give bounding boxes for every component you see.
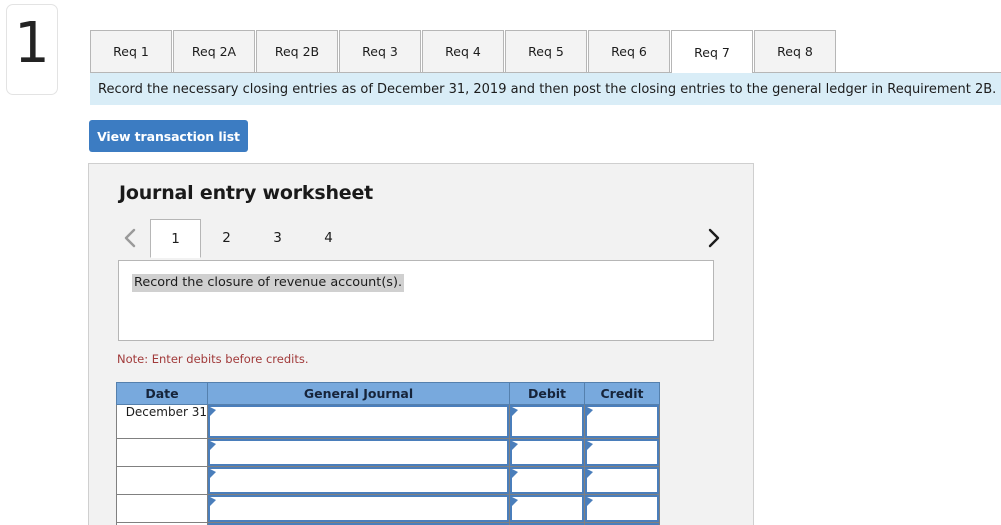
requirement-tab-req-8[interactable]: Req 8 <box>754 30 836 72</box>
requirement-tab-label: Req 6 <box>611 44 647 59</box>
journal-row-debit-input-cell <box>509 494 585 523</box>
column-header-date: Date <box>116 382 208 405</box>
entry-description-box: Record the closure of revenue account(s)… <box>118 260 714 341</box>
instruction-banner: Record the necessary closing entries as … <box>90 73 1001 105</box>
requirement-tab-strip: Req 1 Req 2A Req 2B Req 3 Req 4 Req 5 Req 6 Req… <box>90 30 1001 73</box>
journal-row-debit-input-cell <box>509 438 585 467</box>
journal-row-account-select[interactable] <box>208 495 509 522</box>
journal-row-date[interactable] <box>116 466 208 495</box>
entry-page-tab-4[interactable]: 4 <box>303 219 354 257</box>
entry-pager: 1 2 3 4 <box>117 219 727 258</box>
dropdown-triangle-icon <box>512 441 518 450</box>
entry-page-tab-label: 2 <box>222 230 231 246</box>
journal-row-credit-input[interactable] <box>585 467 659 494</box>
journal-row-credit-input-cell <box>584 438 660 467</box>
table-header-row: Date General Journal Debit Credit <box>116 382 660 405</box>
entry-page-tab-3[interactable]: 3 <box>252 219 303 257</box>
journal-row-credit-input[interactable] <box>585 439 659 466</box>
journal-row-account-select-cell <box>207 494 510 523</box>
requirement-tab-req-6[interactable]: Req 6 <box>588 30 670 72</box>
dropdown-triangle-icon <box>587 441 593 450</box>
journal-row-credit-input-cell <box>584 404 660 439</box>
journal-table-body: December 31 <box>116 404 660 525</box>
dropdown-triangle-icon <box>587 497 593 506</box>
journal-row-debit-input[interactable] <box>510 439 584 466</box>
requirement-tab-req-3[interactable]: Req 3 <box>339 30 421 72</box>
requirement-tab-label: Req 2B <box>274 44 320 59</box>
table-row <box>116 494 660 523</box>
requirement-tab-req-5[interactable]: Req 5 <box>505 30 587 72</box>
entry-page-tab-2[interactable]: 2 <box>201 219 252 257</box>
journal-entry-table: Date General Journal Debit Credit Decemb… <box>116 382 660 525</box>
dropdown-triangle-icon <box>512 497 518 506</box>
requirement-tabs: Req 1 Req 2A Req 2B Req 3 Req 4 Req 5 Req 6 Req… <box>90 30 1001 73</box>
requirement-tab-req-7[interactable]: Req 7 <box>671 30 753 73</box>
requirement-tab-label: Req 5 <box>528 44 564 59</box>
journal-row-debit-input[interactable] <box>510 495 584 522</box>
entry-description-text: Record the closure of revenue account(s)… <box>132 274 405 292</box>
journal-row-credit-input[interactable] <box>585 405 659 438</box>
entry-page-tab-1[interactable]: 1 <box>150 219 201 258</box>
dropdown-triangle-icon <box>210 469 216 478</box>
dropdown-triangle-icon <box>587 407 593 416</box>
worksheet-title: Journal entry worksheet <box>119 182 374 204</box>
requirement-tab-label: Req 4 <box>445 44 481 59</box>
journal-row-debit-input[interactable] <box>510 467 584 494</box>
journal-row-account-select-cell <box>207 438 510 467</box>
journal-row-date[interactable] <box>116 438 208 467</box>
journal-row-debit-input-cell <box>509 404 585 439</box>
instruction-text: Record the necessary closing entries as … <box>98 81 997 97</box>
requirement-tab-label: Req 1 <box>113 44 149 59</box>
requirement-tab-req-2b[interactable]: Req 2B <box>256 30 338 72</box>
journal-row-debit-input-cell <box>509 466 585 495</box>
dropdown-triangle-icon <box>587 469 593 478</box>
dropdown-triangle-icon <box>210 407 216 416</box>
view-transaction-list-button[interactable]: View transaction list <box>89 120 248 152</box>
column-header-credit: Credit <box>584 382 660 405</box>
journal-row-account-select[interactable] <box>208 439 509 466</box>
requirement-tab-label: Req 3 <box>362 44 398 59</box>
table-row: December 31 <box>116 404 660 439</box>
table-row <box>116 466 660 495</box>
dropdown-triangle-icon <box>512 407 518 416</box>
journal-row-date[interactable] <box>116 494 208 523</box>
requirement-tab-label: Req 2A <box>191 44 237 59</box>
journal-row-credit-input-cell <box>584 466 660 495</box>
entry-page-tab-label: 1 <box>171 230 180 247</box>
debits-before-credits-note: Note: Enter debits before credits. <box>117 352 309 366</box>
journal-row-credit-input-cell <box>584 494 660 523</box>
journal-row-debit-input[interactable] <box>510 405 584 438</box>
question-number-card: 1 <box>6 4 58 95</box>
dropdown-triangle-icon <box>210 497 216 506</box>
page-root: 1 Req 1 Req 2A Req 2B Req 3 Req 4 Req 5 Req 6R… <box>0 0 1001 525</box>
requirement-tab-label: Req 7 <box>694 44 730 60</box>
table-row <box>116 438 660 467</box>
entry-page-tabs: 1 2 3 4 <box>150 219 354 258</box>
journal-row-account-select[interactable] <box>208 467 509 494</box>
requirement-tab-req-4[interactable]: Req 4 <box>422 30 504 72</box>
journal-row-account-select-cell <box>207 466 510 495</box>
requirement-tab-req-2a[interactable]: Req 2A <box>173 30 255 72</box>
dropdown-triangle-icon <box>512 469 518 478</box>
chevron-right-icon[interactable] <box>700 219 726 256</box>
journal-row-account-select[interactable] <box>208 405 509 438</box>
entry-page-tab-label: 3 <box>273 230 282 246</box>
journal-row-credit-input[interactable] <box>585 495 659 522</box>
requirement-tab-req-1[interactable]: Req 1 <box>90 30 172 72</box>
entry-page-tab-label: 4 <box>324 230 333 246</box>
journal-row-date[interactable]: December 31 <box>116 404 208 439</box>
requirement-tab-label: Req 8 <box>777 44 813 59</box>
column-header-general-journal: General Journal <box>207 382 510 405</box>
chevron-left-icon[interactable] <box>117 219 143 256</box>
column-header-debit: Debit <box>509 382 585 405</box>
question-number: 1 <box>14 11 50 76</box>
dropdown-triangle-icon <box>210 441 216 450</box>
journal-row-account-select-cell <box>207 404 510 439</box>
